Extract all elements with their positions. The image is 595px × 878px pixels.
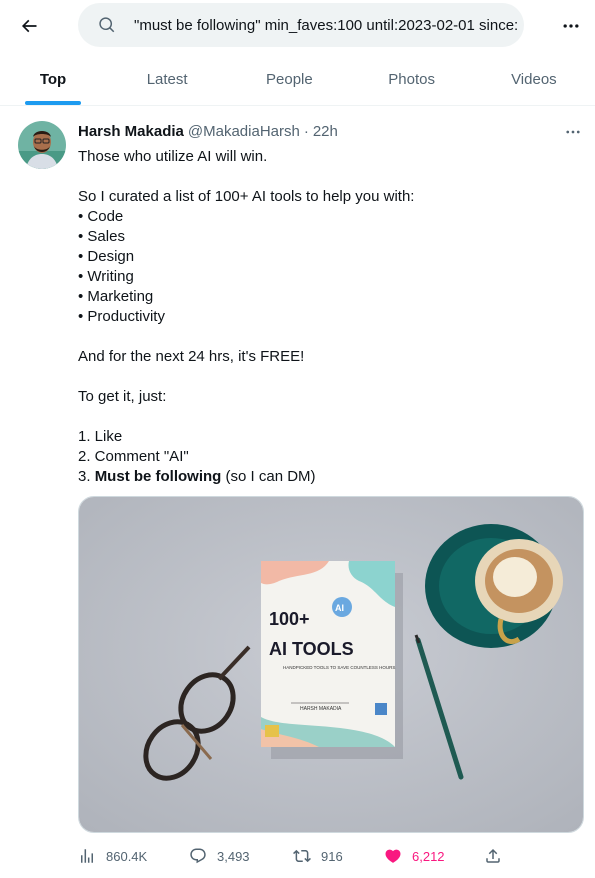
tweet-line-break [78, 407, 578, 427]
tweet-more-button[interactable] [560, 119, 586, 145]
tab-photos[interactable]: Photos [351, 53, 473, 105]
author-handle[interactable]: @MakadiaHarsh [188, 123, 300, 140]
arrow-left-icon [21, 19, 37, 33]
book-author: HARSH MAKADIA [300, 706, 342, 712]
highlighted-text: Must be following [94, 468, 222, 485]
tweet-line: • Writing [78, 268, 134, 285]
avatar-image [18, 121, 66, 169]
tweet-media-image[interactable]: 100+ AI AI TOOLS HANDPICKED TOOLS TO SAV… [78, 496, 584, 833]
tweet-text: Those who utilize AI will win. So I cura… [78, 147, 578, 487]
tab-label: Latest [146, 70, 188, 88]
book-subtitle: HANDPICKED TOOLS TO SAVE COUNTLESS HOURS [283, 665, 395, 670]
more-options-button[interactable] [554, 9, 588, 43]
share-icon [486, 848, 500, 863]
like-count: 6,212 [412, 848, 445, 864]
more-dots-icon [566, 130, 580, 134]
tweet[interactable]: Harsh Makadia @MakadiaHarsh · 22h Those … [0, 107, 595, 878]
tweet-line-break [78, 327, 578, 347]
tweet-line: • Code [78, 208, 124, 225]
separator-dot: · [303, 122, 309, 140]
search-box[interactable] [78, 3, 524, 47]
tab-label: Videos [511, 70, 557, 88]
bar-chart-icon [81, 849, 93, 863]
more-dots-icon [563, 24, 579, 28]
tab-label: Top [39, 70, 67, 88]
reply-bubble-icon [190, 848, 206, 864]
reply-count: 3,493 [217, 848, 250, 864]
tweet-line: • Design [78, 248, 135, 265]
line-suffix: (so I can DM) [221, 468, 316, 485]
search-input[interactable] [134, 3, 518, 47]
tweet-timestamp[interactable]: 22h [313, 123, 338, 140]
tweet-line: 1. Like [78, 428, 123, 445]
tab-latest[interactable]: Latest [106, 53, 228, 105]
search-tabs: Top Latest People Photos Videos [0, 53, 595, 106]
book-cover: 100+ AI AI TOOLS HANDPICKED TOOLS TO SAV… [261, 561, 395, 747]
tab-top[interactable]: Top [0, 53, 106, 105]
retweet-count: 916 [321, 848, 343, 864]
tweet-line: • Marketing [78, 288, 154, 305]
avatar[interactable] [18, 121, 66, 169]
views-count: 860.4K [106, 848, 148, 864]
photo-illustration: 100+ AI AI TOOLS HANDPICKED TOOLS TO SAV… [79, 497, 583, 832]
search-header [0, 0, 595, 53]
tweet-line: So I curated a list of 100+ AI tools to … [78, 188, 415, 205]
retweet-icon [293, 849, 311, 863]
back-button[interactable] [12, 9, 46, 43]
retweet-button[interactable]: 916 [293, 845, 343, 867]
tab-label: Photos [388, 70, 435, 88]
views-button[interactable]: 860.4K [78, 845, 147, 867]
tweet-line-break [78, 167, 578, 187]
tweet-line: Those who utilize AI will win. [78, 148, 268, 165]
tweet-line-last: 3. Must be following (so I can DM) [78, 467, 578, 487]
heart-icon [385, 849, 401, 863]
like-button[interactable]: 6,212 [384, 845, 445, 867]
author-name[interactable]: Harsh Makadia [78, 123, 184, 140]
book-title-line2: AI TOOLS [269, 639, 354, 659]
search-icon [99, 17, 115, 33]
tweet-line: • Productivity [78, 308, 165, 325]
reply-button[interactable]: 3,493 [189, 845, 250, 867]
tweet-line: 2. Comment "AI" [78, 448, 189, 465]
share-button[interactable] [484, 845, 512, 867]
tab-videos[interactable]: Videos [473, 53, 595, 105]
tab-label: People [266, 70, 313, 88]
tweet-line: And for the next 24 hrs, it's FREE! [78, 348, 305, 365]
list-number: 3. [78, 468, 95, 485]
active-tab-indicator [25, 101, 81, 105]
tweet-header: Harsh Makadia @MakadiaHarsh · 22h [78, 121, 338, 141]
tweet-line: • Sales [78, 228, 125, 245]
tweet-line-break [78, 367, 578, 387]
tweet-line: To get it, just: [78, 388, 167, 405]
tweet-actions: 860.4K 3,493 916 6,212 [78, 845, 508, 867]
ai-badge: AI [335, 603, 344, 613]
book-title-line1: 100+ [269, 609, 310, 629]
tab-people[interactable]: People [228, 53, 350, 105]
